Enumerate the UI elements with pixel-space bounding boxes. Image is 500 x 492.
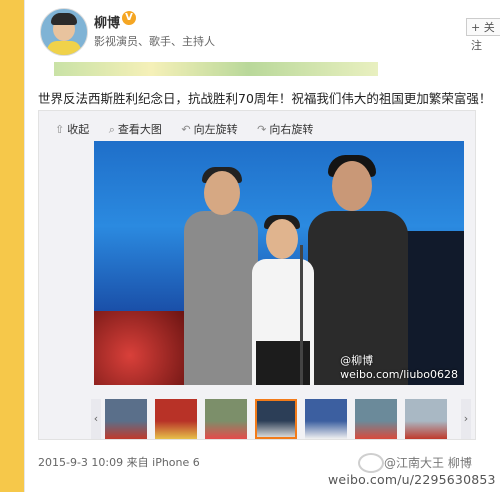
thumbnail[interactable]	[305, 399, 347, 439]
timestamp-link[interactable]: 2015-9-3 10:09	[38, 456, 123, 469]
microphone-stand	[300, 245, 303, 385]
post-text: 世界反法西斯胜利纪念日，抗战胜利70周年！祝福我们伟大的祖国更加繁荣富强！	[38, 91, 492, 106]
zoom-icon: ⌕	[108, 123, 115, 136]
post-meta: 2015-9-3 10:09 来自 iPhone 6	[38, 454, 200, 470]
stage-light	[94, 311, 184, 385]
view-large-button[interactable]: ⌕ 查看大图	[109, 121, 162, 137]
prev-arrow-icon[interactable]: ‹	[91, 399, 101, 439]
thumbnail[interactable]	[205, 399, 247, 439]
verified-badge-icon: V	[122, 11, 136, 25]
photo-watermark: @柳博 weibo.com/liubo0628	[340, 354, 458, 381]
rotate-right-button[interactable]: ↷ 向右旋转	[257, 121, 313, 137]
collapse-button[interactable]: ⇧ 收起	[55, 121, 89, 137]
follow-button[interactable]: + 关注	[466, 18, 500, 52]
collapse-icon: ⇧	[55, 123, 65, 136]
username[interactable]: 柳博	[94, 12, 120, 31]
singer-left	[184, 211, 258, 385]
post-source: 来自 iPhone 6	[126, 456, 200, 469]
rotate-left-button[interactable]: ↶ 向左旋转	[181, 121, 237, 137]
avatar[interactable]	[40, 8, 88, 56]
main-photo[interactable]: @柳博 weibo.com/liubo0628	[94, 141, 464, 385]
watermark-handle: @江南大王 柳博	[384, 456, 472, 470]
weibo-logo-icon	[358, 453, 384, 473]
rotate-left-icon: ↶	[181, 123, 191, 136]
watermark-url: weibo.com/u/2295630853	[328, 472, 496, 487]
user-title: 影视演员、歌手、主持人	[94, 35, 215, 48]
thumbnail-strip: ‹ ›	[91, 399, 471, 439]
thumbnail[interactable]	[405, 399, 447, 439]
rotate-right-icon: ↷	[257, 123, 267, 136]
media-toolbar: ⇧ 收起 ⌕ 查看大图 ↶ 向左旋转 ↷ 向右旋转	[55, 121, 329, 137]
media-viewer: ⇧ 收起 ⌕ 查看大图 ↶ 向左旋转 ↷ 向右旋转 @柳博 weibo.com/liubo…	[38, 110, 476, 440]
cover-strip	[54, 62, 378, 76]
next-arrow-icon[interactable]: ›	[461, 399, 471, 439]
thumbnail[interactable]	[105, 399, 147, 439]
thumbnail[interactable]	[255, 399, 297, 439]
thumbnail[interactable]	[155, 399, 197, 439]
thumbnail[interactable]	[355, 399, 397, 439]
